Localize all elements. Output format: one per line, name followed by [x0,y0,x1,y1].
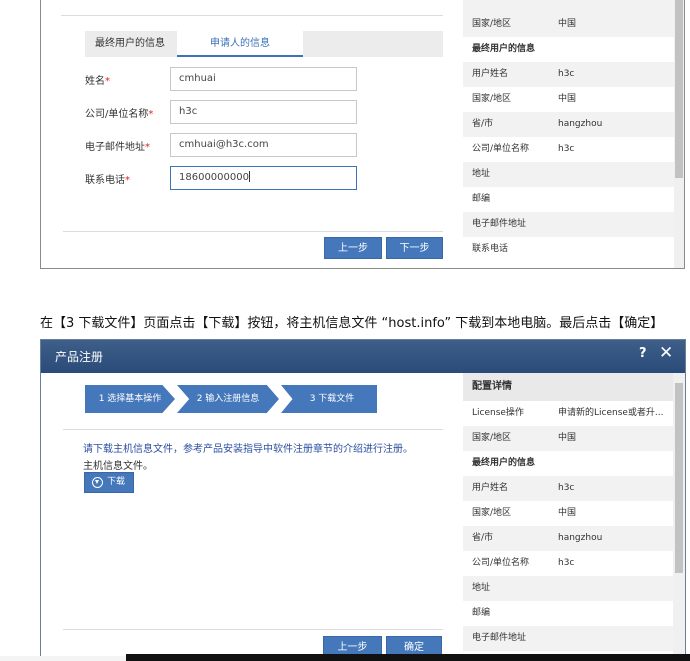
summary-row: 国家/地区 中国 [472,94,577,104]
detail-row: 邮编 [472,608,491,618]
summary-row: 邮编 [472,194,491,204]
detail-row: 电子邮件地址 [463,626,673,651]
text-cursor [249,171,250,182]
download-notice: 请下载主机信息文件，参考产品安装指导中软件注册章节的介绍进行注册。 [83,444,413,455]
summary-row: 公司/单位名称 h3c [472,144,575,154]
scrollbar-thumb[interactable] [675,0,683,178]
scrollbar-thumb[interactable] [675,383,683,573]
instruction-caption: 在【3 下载文件】页面点击【下载】按钮，将主机信息文件 “host.info” … [40,316,664,331]
name-label: 姓名* [85,76,110,87]
detail-row: 省/市 hangzhou [463,526,673,551]
config-details-panel: 配置详情 License操作 申请新的License或者升... 国家/地区 中国 … [463,373,673,656]
page-bottom-strip [0,656,126,661]
summary-row: 最终用户的信息 [472,44,536,54]
phone-field[interactable]: 18600000000 [170,166,357,190]
phone-label: 联系电话* [85,175,130,186]
step-download-file[interactable]: 3 下载文件 [281,385,377,413]
company-label: 公司/单位名称* [85,109,154,120]
summary-row: 电子邮件地址 [463,212,674,237]
detail-row: License操作 申请新的License或者升... [472,408,664,418]
step-select-basic-operation[interactable]: 1 选择基本操作 [85,385,175,413]
product-registration-dialog: 产品注册 ? ✕ 1 选择基本操作 2 输入注册信息 3 下载文件 请下载主机信… [40,339,686,657]
summary-row: 联系电话 [472,244,509,254]
divider [63,429,443,430]
download-button[interactable]: 下载 [84,472,134,493]
name-field[interactable]: cmhuai [170,67,357,91]
tab-end-user-info[interactable]: 最终用户的信息 [85,31,175,57]
download-step-panel: 1 选择基本操作 2 输入注册信息 3 下载文件 请下载主机信息文件，参考产品安… [41,373,463,656]
download-label: 下载 [107,477,126,487]
applicant-form-panel: 最终用户的信息 申请人的信息 姓名* cmhuai 公司/单位名称* h3c 电… [41,0,463,268]
summary-row: 国家/地区 中国 [463,12,674,37]
detail-row: 国家/地区 中国 [463,426,673,451]
help-icon[interactable]: ? [639,346,647,361]
page-bottom-bar [126,654,690,661]
phone-value: 18600000000 [179,172,249,183]
summary-scrollbar[interactable] [674,0,684,268]
config-details-title: 配置详情 [463,373,673,401]
summary-row: 省/市 hangzhou [463,112,674,137]
close-icon[interactable]: ✕ [659,343,673,363]
detail-row: 地址 [463,576,673,601]
prev-button[interactable]: 上一步 [324,237,382,259]
config-summary-panel: 国家/地区 中国 最终用户的信息 用户姓名 h3c 国家/地区 中国 省/市 hangz… [463,0,674,268]
summary-row: 地址 [463,162,674,187]
wizard-steps: 1 选择基本操作 2 输入注册信息 3 下载文件 [85,385,377,413]
divider [63,231,443,232]
tab-applicant-info[interactable]: 申请人的信息 [177,31,303,57]
info-tabs: 最终用户的信息 申请人的信息 [85,31,443,57]
details-scrollbar[interactable] [673,373,685,656]
summary-row: 用户姓名 h3c [463,62,674,87]
dialog-header: 产品注册 ? ✕ [41,340,685,373]
summary-row-cut [463,0,674,12]
applicant-info-screenshot: 最终用户的信息 申请人的信息 姓名* cmhuai 公司/单位名称* h3c 电… [40,0,685,269]
dialog-title: 产品注册 [55,350,104,364]
host-info-label: 主机信息文件。 [83,461,153,472]
detail-row: 用户姓名 h3c [463,476,673,501]
email-field[interactable]: cmhuai@h3c.com [170,133,357,157]
detail-row: 公司/单位名称 h3c [472,558,575,568]
download-icon [92,477,103,488]
company-field[interactable]: h3c [170,100,357,124]
detail-row: 国家/地区 中国 [472,508,577,518]
detail-row: 最终用户的信息 [472,458,536,468]
divider [63,629,443,630]
step-enter-registration-info[interactable]: 2 输入注册信息 [177,385,279,413]
divider [61,15,443,16]
email-label: 电子邮件地址* [85,142,150,153]
next-button[interactable]: 下一步 [386,237,443,259]
